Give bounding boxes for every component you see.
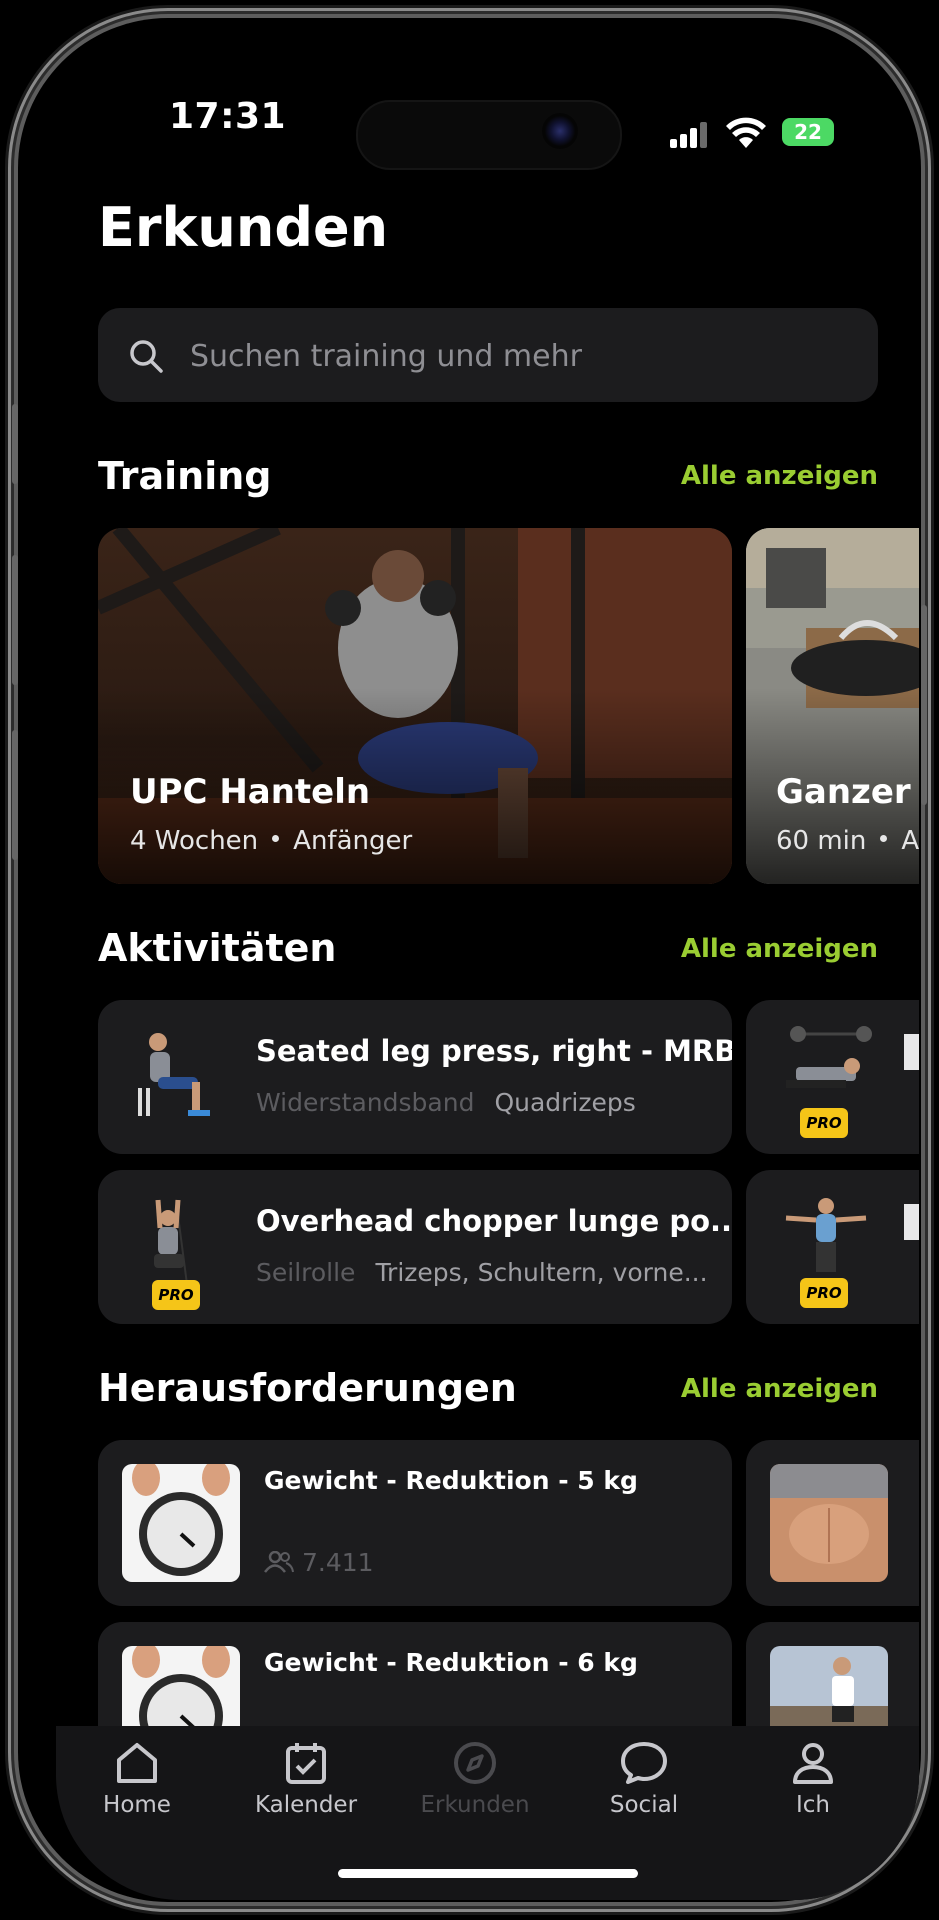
activity-item-seated-leg-press[interactable]: Seated leg press, right - MRB Widerstand… <box>98 1000 732 1154</box>
challenge-title: Gewicht - Reduktion - 5 kg <box>264 1466 638 1495</box>
training-card-title: Ganzer <box>776 772 911 812</box>
training-card-title: UPC Hanteln <box>130 772 371 812</box>
section-title-challenges: Herausforderungen <box>98 1366 517 1410</box>
participant-count: 7.411 <box>302 1548 374 1577</box>
search-bar[interactable] <box>98 308 878 402</box>
activity-title: Overhead chopper lunge po... <box>256 1204 732 1238</box>
tab-calendar[interactable]: Kalender <box>241 1740 371 1818</box>
activity-subtitle: Widerstandsband Quadrizeps <box>256 1088 636 1117</box>
challenge-item-abs[interactable] <box>746 1440 919 1606</box>
volume-up-button <box>12 555 18 685</box>
phone-frame: 17:31 22 Erkunden Suchen training und me… <box>18 18 921 1902</box>
activity-subtitle: Seilrolle Trizeps, Schultern, vorne... <box>256 1258 708 1287</box>
activity-equipment: Widerstandsband <box>256 1088 475 1117</box>
exercise-thumbnail <box>138 1033 210 1116</box>
tab-label: Home <box>103 1792 171 1818</box>
search-icon <box>130 340 163 373</box>
tab-home[interactable]: Home <box>72 1740 202 1818</box>
activity-title-cut <box>904 1204 919 1240</box>
people-icon <box>264 1550 294 1573</box>
section-title-training: Training <box>98 454 272 498</box>
training-card-ganzer[interactable]: Ganzer 60 min A <box>746 528 919 884</box>
activity-muscle: Trizeps, Schultern, vorne... <box>375 1258 708 1287</box>
action-button <box>12 404 18 484</box>
activity-item-lateral[interactable]: PRO <box>746 1170 919 1324</box>
activities-see-all-link[interactable]: Alle anzeigen <box>681 934 878 964</box>
pro-badge: PRO <box>800 1278 848 1308</box>
compass-icon <box>454 1742 496 1784</box>
training-card-duration: 4 Wochen <box>130 826 259 856</box>
power-button <box>921 605 927 805</box>
challenge-item-5kg[interactable]: Gewicht - Reduktion - 5 kg 7.411 <box>98 1440 732 1606</box>
training-see-all-link[interactable]: Alle anzeigen <box>681 461 878 491</box>
activity-item-overhead-chopper[interactable]: PRO Overhead chopper lunge po... Seilrol… <box>98 1170 732 1324</box>
exercise-thumbnail <box>786 1026 872 1088</box>
person-icon <box>793 1743 833 1784</box>
cellular-signal-icon <box>670 122 710 148</box>
pro-badge: PRO <box>152 1280 200 1310</box>
screen: 17:31 22 Erkunden Suchen training und me… <box>56 56 919 1900</box>
challenge-participants: 7.411 <box>264 1548 374 1577</box>
training-card-level: A <box>901 826 919 856</box>
camera-icon <box>542 113 578 149</box>
home-icon <box>117 1743 157 1783</box>
pro-badge: PRO <box>800 1108 848 1138</box>
activity-title: Seated leg press, right - MRB <box>256 1034 732 1068</box>
tab-label: Ich <box>795 1792 830 1818</box>
activity-equipment: Seilrolle <box>256 1258 356 1287</box>
page-title: Erkunden <box>98 196 389 259</box>
activity-muscle: Quadrizeps <box>494 1088 636 1117</box>
activity-title-cut <box>904 1034 919 1070</box>
separator-dot <box>880 835 888 842</box>
dynamic-island <box>356 100 622 170</box>
tab-label: Social <box>609 1792 679 1818</box>
status-time: 17:31 <box>169 96 287 137</box>
section-title-activities: Aktivitäten <box>98 926 337 970</box>
calendar-icon <box>286 1743 326 1784</box>
tab-explore[interactable]: Erkunden <box>410 1740 540 1818</box>
search-input[interactable] <box>188 328 852 384</box>
status-bar: 17:31 22 <box>56 56 919 176</box>
volume-down-button <box>12 730 18 860</box>
challenge-image-abs <box>770 1464 888 1582</box>
challenge-title: Gewicht - Reduktion - 6 kg <box>264 1648 638 1677</box>
challenge-image-scale <box>122 1464 240 1582</box>
chat-bubble-icon <box>621 1742 667 1784</box>
home-indicator[interactable] <box>338 1869 638 1878</box>
training-card-duration: 60 min <box>776 826 867 856</box>
challenges-see-all-link[interactable]: Alle anzeigen <box>681 1374 878 1404</box>
training-card-level: Anfänger <box>293 826 413 856</box>
separator-dot <box>272 835 280 842</box>
tab-label: Erkunden <box>420 1792 530 1818</box>
battery-indicator: 22 <box>782 118 834 146</box>
tab-me[interactable]: Ich <box>748 1740 878 1818</box>
tab-social[interactable]: Social <box>579 1740 709 1818</box>
training-card-meta: 60 min A <box>776 826 919 856</box>
tab-label: Kalender <box>254 1792 358 1818</box>
wifi-icon <box>726 117 766 148</box>
training-card-meta: 4 Wochen Anfänger <box>130 826 412 856</box>
activity-item-bench[interactable]: PRO <box>746 1000 919 1154</box>
training-card-upc-hanteln[interactable]: UPC Hanteln 4 Wochen Anfänger <box>98 528 732 884</box>
exercise-thumbnail <box>785 1198 867 1272</box>
